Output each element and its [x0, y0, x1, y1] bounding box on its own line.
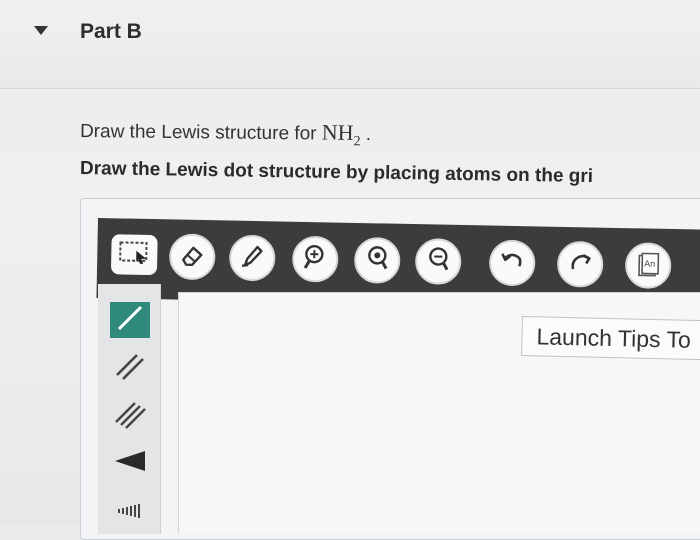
wedge-bond-icon — [113, 445, 147, 480]
hash-bond-button[interactable] — [110, 492, 150, 528]
double-bond-icon — [113, 351, 147, 386]
section-header — [0, 0, 700, 89]
chemical-formula: NH2 — [322, 120, 361, 145]
collapse-caret-icon[interactable] — [34, 26, 48, 35]
marquee-select-button[interactable] — [111, 234, 158, 275]
zoom-out-icon — [423, 244, 454, 280]
marquee-select-icon — [117, 239, 152, 271]
eraser-button[interactable] — [169, 233, 216, 280]
template-icon: An — [635, 252, 661, 278]
single-bond-button[interactable] — [110, 302, 150, 338]
undo-button[interactable] — [489, 240, 536, 287]
prompt-period: . — [366, 124, 372, 145]
bond-tool-panel — [98, 284, 161, 534]
single-bond-icon — [113, 303, 147, 338]
double-bond-button[interactable] — [110, 350, 150, 386]
zoom-out-button[interactable] — [415, 238, 462, 285]
instruction-text: Draw the Lewis dot structure by placing … — [80, 158, 593, 188]
triple-bond-button[interactable] — [110, 398, 150, 434]
formula-main: NH — [322, 120, 354, 145]
launch-tips-button[interactable]: Launch Tips To — [521, 316, 700, 361]
zoom-reset-button[interactable] — [354, 237, 401, 284]
undo-icon — [497, 245, 528, 281]
pencil-icon — [237, 240, 268, 276]
formula-subscript: 2 — [353, 134, 360, 149]
eraser-icon — [177, 239, 208, 275]
template-label: An — [644, 258, 655, 268]
question-prompt: Draw the Lewis structure for NH2 . — [80, 117, 371, 150]
hash-bond-icon — [113, 493, 147, 528]
wedge-bond-button[interactable] — [110, 444, 150, 480]
zoom-in-icon — [300, 241, 331, 277]
redo-icon — [565, 246, 596, 282]
pencil-button[interactable] — [229, 235, 276, 282]
prompt-text: Draw the Lewis structure for — [80, 121, 317, 144]
redo-button[interactable] — [557, 241, 604, 288]
zoom-reset-icon — [362, 243, 393, 279]
triple-bond-icon — [113, 399, 147, 434]
zoom-in-button[interactable] — [292, 236, 339, 283]
part-title: Part B — [80, 20, 142, 44]
template-button[interactable]: An — [625, 242, 672, 289]
